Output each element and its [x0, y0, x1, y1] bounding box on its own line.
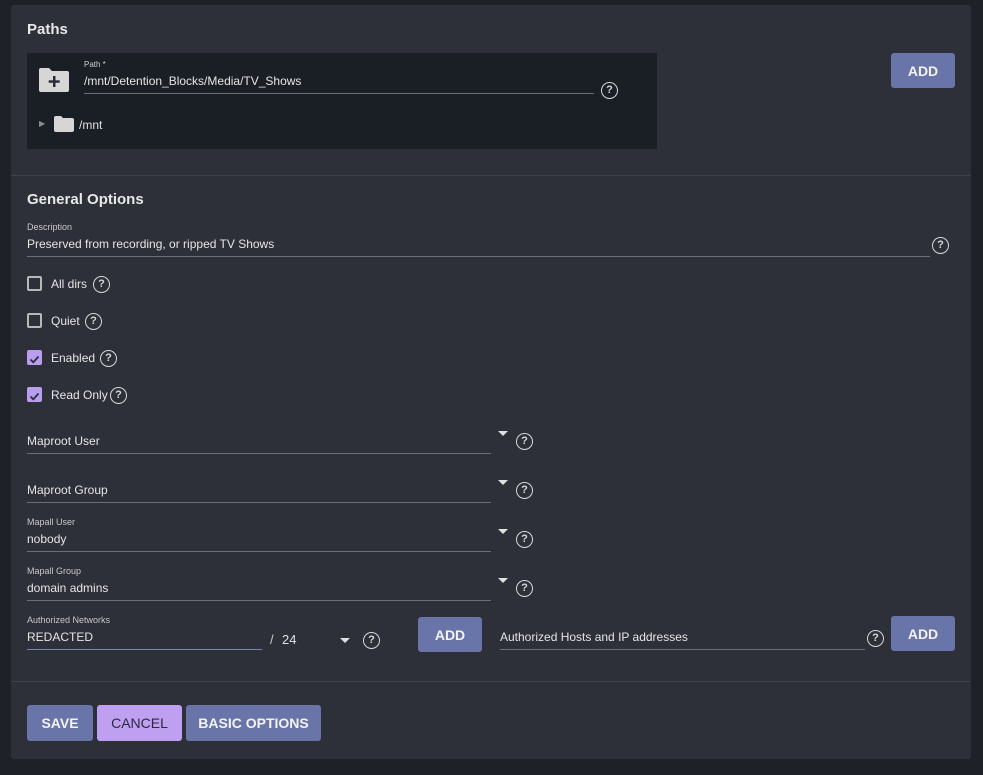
quiet-label: Quiet [51, 314, 80, 328]
hosts-input[interactable]: Authorized Hosts and IP addresses [500, 630, 865, 644]
checkmark-icon [29, 392, 40, 401]
maproot-group-caret-icon[interactable] [498, 480, 508, 485]
mapall-group-underline [27, 600, 491, 601]
tree-item-mnt[interactable]: /mnt [79, 118, 102, 132]
checkmark-icon [29, 355, 40, 364]
cancel-button[interactable]: CANCEL [97, 705, 182, 741]
mask-separator: / [270, 632, 274, 647]
netmask-select[interactable]: 24 [282, 632, 296, 647]
maproot-user-caret-icon[interactable] [498, 431, 508, 436]
quiet-help-icon[interactable]: ? [85, 313, 102, 330]
description-input[interactable]: Preserved from recording, or ripped TV S… [27, 237, 930, 251]
path-input-underline [84, 93, 594, 94]
folder-add-icon[interactable] [38, 67, 70, 93]
folder-icon [54, 116, 74, 132]
description-label: Description [27, 222, 73, 232]
read-only-label: Read Only [51, 388, 108, 402]
description-help-icon[interactable]: ? [932, 237, 949, 254]
read-only-help-icon[interactable]: ? [110, 387, 127, 404]
mapall-user-underline [27, 551, 491, 552]
basic-options-button[interactable]: BASIC OPTIONS [186, 705, 321, 741]
networks-input[interactable]: REDACTED [27, 630, 262, 644]
tree-expand-arrow-icon[interactable]: ▶ [39, 119, 45, 128]
mapall-group-label: Mapall Group [27, 566, 82, 576]
networks-help-icon[interactable]: ? [363, 632, 380, 649]
netmask-caret-icon[interactable] [340, 638, 350, 643]
path-field-label: Path * [84, 60, 106, 69]
add-path-button[interactable]: ADD [891, 53, 955, 88]
paths-section-title: Paths [27, 21, 68, 38]
mapall-user-caret-icon[interactable] [498, 529, 508, 534]
enabled-help-icon[interactable]: ? [100, 350, 117, 367]
section-divider [11, 175, 971, 176]
all-dirs-label: All dirs [51, 277, 88, 291]
hosts-underline [500, 649, 865, 650]
maproot-user-select[interactable]: Maproot User [27, 434, 491, 448]
path-help-icon[interactable]: ? [601, 82, 618, 99]
path-explorer: Path * /mnt/Detention_Blocks/Media/TV_Sh… [27, 53, 657, 149]
add-network-button[interactable]: ADD [418, 617, 482, 652]
networks-label: Authorized Networks [27, 615, 111, 625]
general-options-title: General Options [27, 191, 144, 208]
maproot-group-select[interactable]: Maproot Group [27, 483, 491, 497]
enabled-label: Enabled [51, 351, 96, 365]
description-underline [27, 256, 930, 257]
hosts-help-icon[interactable]: ? [867, 630, 884, 647]
quiet-checkbox[interactable] [27, 313, 42, 328]
save-button[interactable]: SAVE [27, 705, 93, 741]
nfs-share-form: Paths Path * /mnt/Detention_Blocks/Media… [11, 5, 971, 759]
enabled-checkbox[interactable] [27, 350, 42, 365]
mapall-group-caret-icon[interactable] [498, 578, 508, 583]
all-dirs-help-icon[interactable]: ? [93, 276, 110, 293]
actions-divider [11, 681, 971, 682]
mapall-user-label: Mapall User [27, 517, 76, 527]
all-dirs-checkbox[interactable] [27, 276, 42, 291]
maproot-group-underline [27, 502, 491, 503]
mapall-group-help-icon[interactable]: ? [516, 580, 533, 597]
maproot-group-help-icon[interactable]: ? [516, 482, 533, 499]
mapall-user-select[interactable]: nobody [27, 532, 491, 546]
path-input[interactable]: /mnt/Detention_Blocks/Media/TV_Shows [84, 74, 594, 88]
add-host-button[interactable]: ADD [891, 616, 955, 651]
maproot-user-underline [27, 453, 491, 454]
mapall-group-select[interactable]: domain admins [27, 581, 491, 595]
networks-underline [27, 649, 262, 650]
read-only-checkbox[interactable] [27, 387, 42, 402]
maproot-user-help-icon[interactable]: ? [516, 433, 533, 450]
mapall-user-help-icon[interactable]: ? [516, 531, 533, 548]
